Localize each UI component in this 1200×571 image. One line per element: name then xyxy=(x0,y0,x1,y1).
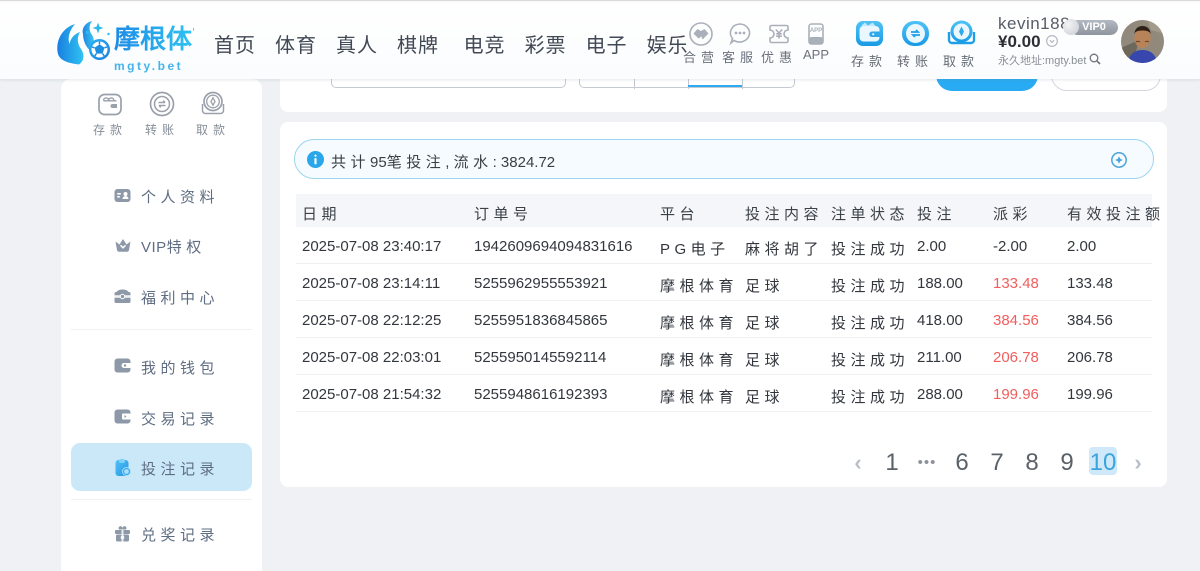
svg-text:APP: APP xyxy=(810,28,822,34)
